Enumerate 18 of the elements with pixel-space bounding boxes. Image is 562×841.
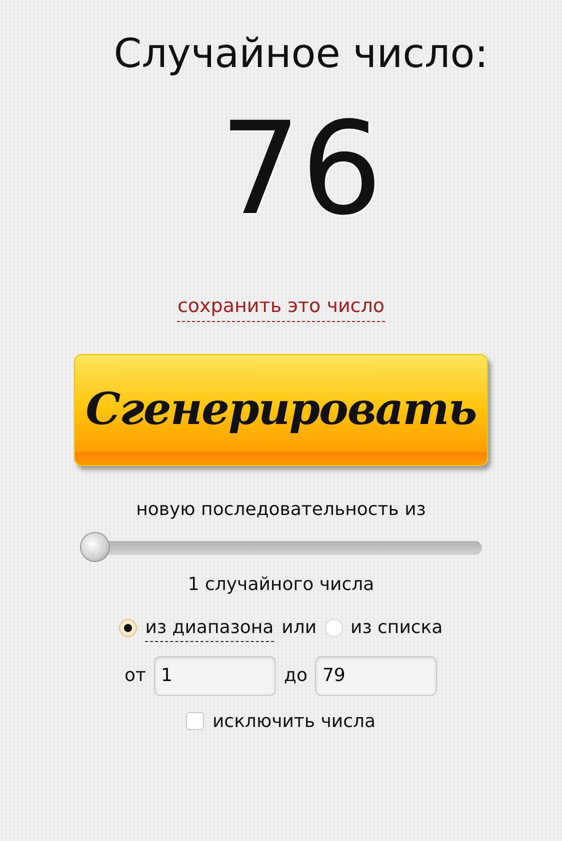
exclude-label[interactable]: исключить числа bbox=[212, 708, 376, 734]
connector-text: или bbox=[282, 616, 317, 640]
option-label[interactable]: из диапазона bbox=[145, 614, 274, 642]
count-label: 1 случайного числа bbox=[188, 572, 374, 596]
to-field[interactable]: 79 bbox=[315, 656, 438, 696]
option-label[interactable]: из списка bbox=[350, 614, 443, 641]
generate-button[interactable]: Сгенерировать bbox=[74, 354, 488, 466]
exclude-checkbox[interactable] bbox=[186, 712, 204, 730]
slider-thumb[interactable] bbox=[80, 532, 110, 562]
sequence-label: новую последовательность из bbox=[136, 498, 426, 522]
save-number-link[interactable]: сохранить это число bbox=[177, 292, 385, 322]
to-label: до bbox=[284, 664, 308, 688]
from-field[interactable]: 1 bbox=[154, 656, 276, 696]
radio-button[interactable] bbox=[119, 618, 138, 636]
radio-button[interactable] bbox=[324, 618, 343, 636]
page-title: Случайное число: bbox=[114, 30, 488, 78]
random-number: 76 bbox=[220, 106, 382, 234]
from-label: от bbox=[124, 664, 146, 688]
